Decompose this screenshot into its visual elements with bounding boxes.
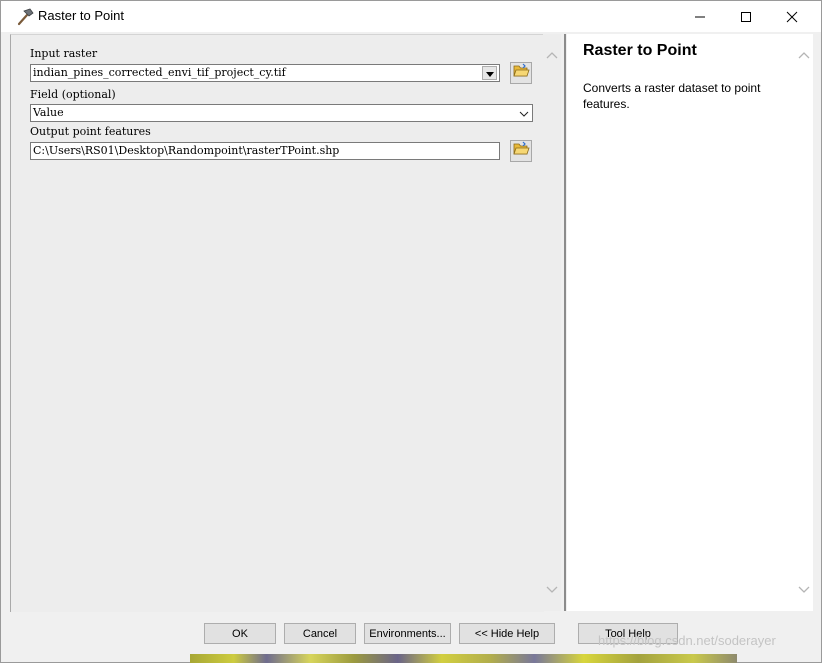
window-title: Raster to Point — [38, 8, 124, 23]
output-features-input[interactable]: C:\Users\RS01\Desktop\Randompoint\raster… — [30, 142, 500, 160]
ok-button[interactable]: OK — [204, 623, 276, 644]
help-title: Raster to Point — [583, 42, 697, 59]
output-features-browse-button[interactable] — [510, 140, 532, 162]
hammer-icon — [15, 7, 35, 27]
field-label: Field (optional) — [30, 88, 116, 101]
input-raster-browse-button[interactable] — [510, 62, 532, 84]
input-raster-dropdown-button[interactable] — [482, 66, 497, 80]
close-button[interactable] — [769, 1, 815, 32]
scroll-down-icon[interactable] — [798, 586, 810, 594]
maximize-icon — [740, 11, 752, 23]
scroll-down-icon[interactable] — [546, 586, 558, 594]
open-folder-icon — [512, 141, 530, 161]
help-description: Converts a raster dataset to point featu… — [583, 81, 761, 111]
scroll-up-icon[interactable] — [546, 51, 558, 59]
input-raster-label: Input raster — [30, 47, 98, 60]
minimize-icon — [694, 11, 706, 23]
dropdown-arrow-icon — [485, 64, 494, 82]
field-dropdown-button[interactable] — [517, 105, 531, 121]
input-raster-combobox[interactable]: indian_pines_corrected_envi_tif_project_… — [30, 64, 500, 82]
open-folder-icon — [512, 63, 530, 83]
close-icon — [786, 11, 798, 23]
scroll-up-icon[interactable] — [798, 51, 810, 59]
cancel-button[interactable]: Cancel — [284, 623, 356, 644]
output-features-label: Output point features — [30, 125, 151, 138]
parameters-pane: Input raster indian_pines_corrected_envi… — [10, 34, 544, 612]
hide-help-button[interactable]: << Hide Help — [459, 623, 555, 644]
background-map-strip — [190, 654, 737, 663]
raster-to-point-dialog: Raster to Point Input raster indian_pine… — [0, 0, 822, 663]
field-combobox[interactable]: Value — [30, 104, 533, 122]
help-pane: Raster to Point Converts a raster datase… — [567, 34, 795, 611]
chevron-down-icon — [519, 104, 529, 122]
title-bar[interactable]: Raster to Point — [1, 1, 821, 32]
watermark-text: https://blog.csdn.net/soderayer — [598, 633, 776, 648]
pane-divider[interactable] — [564, 34, 566, 611]
environments-button[interactable]: Environments... — [364, 623, 451, 644]
help-scrollbar[interactable] — [795, 34, 813, 611]
minimize-button[interactable] — [677, 1, 723, 32]
parameters-scrollbar[interactable] — [543, 34, 561, 611]
maximize-button[interactable] — [723, 1, 769, 32]
